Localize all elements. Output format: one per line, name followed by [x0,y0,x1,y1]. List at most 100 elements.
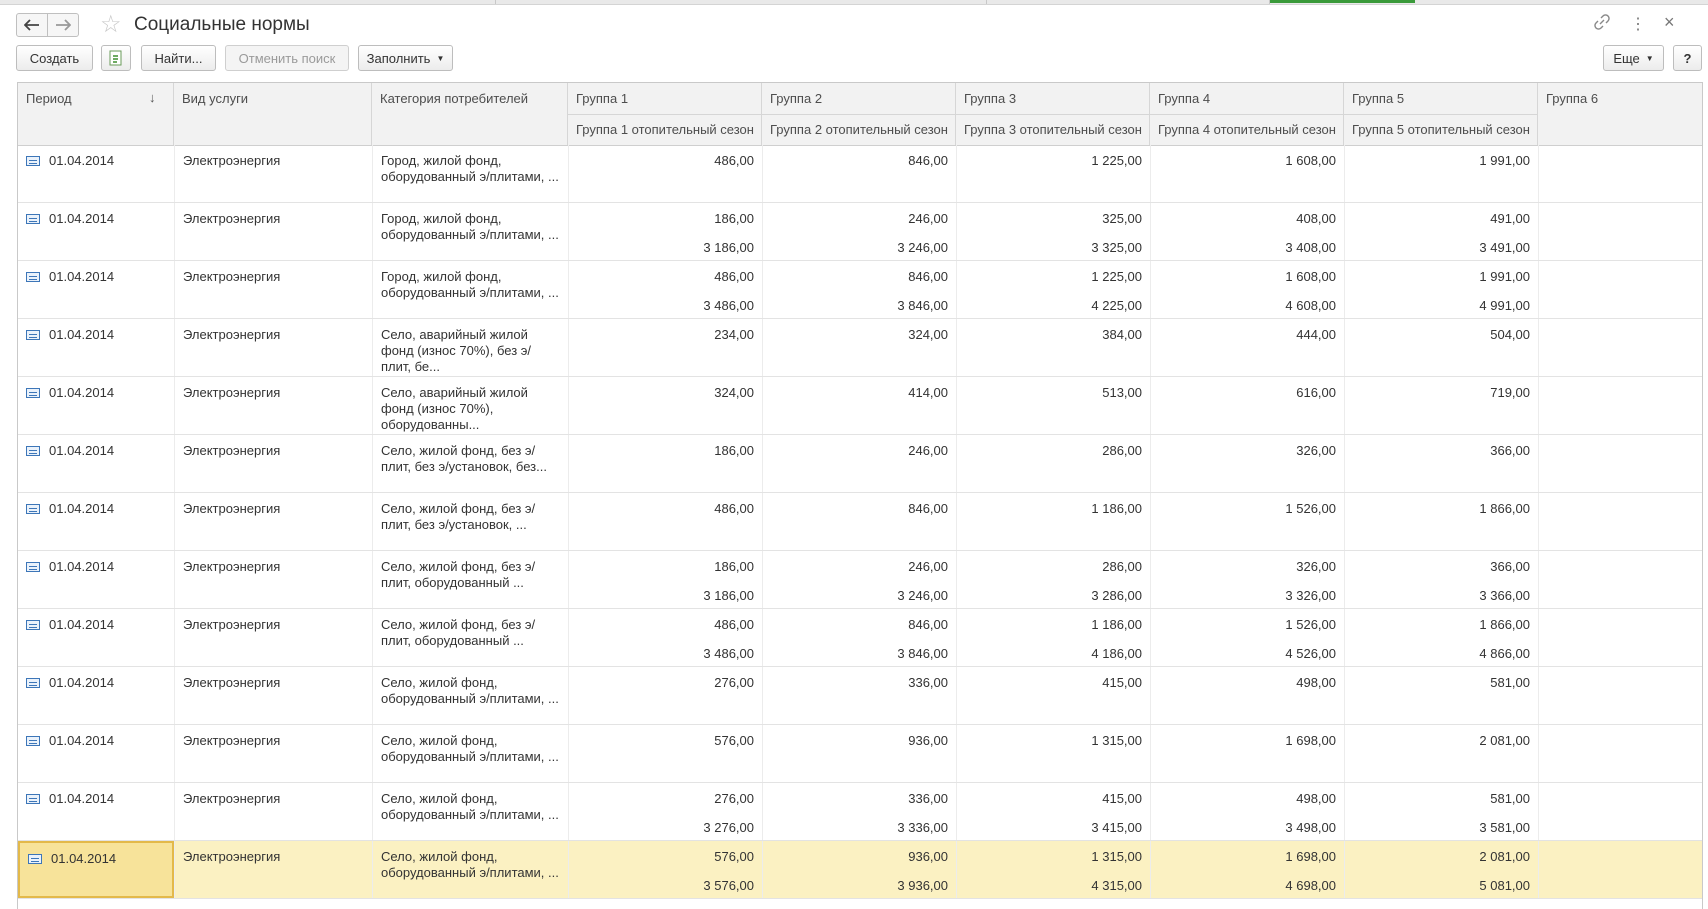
group-4-cell[interactable]: 1 608,00 4 608,00 [1150,261,1344,318]
group-4-cell[interactable]: 1 526,00 [1150,493,1344,550]
column-header-group-4[interactable]: Группа 4 [1150,83,1344,114]
group-2-cell[interactable]: 246,00 3 246,00 [762,551,956,608]
group-6-cell[interactable] [1538,377,1702,434]
category-cell[interactable]: Город, жилой фонд, оборудованный э/плита… [372,261,568,318]
group-3-cell[interactable]: 1 315,00 [956,725,1150,782]
service-cell[interactable]: Электроэнергия [174,783,372,840]
service-cell[interactable]: Электроэнергия [174,319,372,376]
group-1-cell[interactable]: 186,00 3 186,00 [568,203,762,260]
table-row[interactable]: 01.04.2014 Электроэнергия Село, жилой фонд… [18,609,1702,667]
category-cell[interactable]: Село, жилой фонд, оборудованный э/плитам… [372,841,568,898]
table-row[interactable]: 01.04.2014 Электроэнергия Город, жилой фон… [18,203,1702,261]
group-5-cell[interactable]: 2 081,00 [1344,725,1538,782]
column-header-group-6[interactable]: Группа 6 [1538,83,1702,145]
group-4-cell[interactable]: 1 698,00 4 698,00 [1150,841,1344,898]
period-cell[interactable]: 01.04.2014 [18,551,174,608]
group-3-cell[interactable]: 286,00 [956,435,1150,492]
window-tab[interactable] [987,0,1270,4]
group-5-cell[interactable]: 581,00 3 581,00 [1344,783,1538,840]
group-2-cell[interactable]: 246,00 [762,435,956,492]
group-2-cell[interactable]: 414,00 [762,377,956,434]
create-button[interactable]: Создать [16,45,93,71]
group-6-cell[interactable] [1538,609,1702,666]
category-cell[interactable]: Город, жилой фонд, оборудованный э/плита… [372,145,568,202]
group-4-cell[interactable]: 326,00 3 326,00 [1150,551,1344,608]
column-header-group-3[interactable]: Группа 3 [956,83,1150,114]
column-header-group-2-heating[interactable]: Группа 2 отопительный сезон [762,114,956,145]
category-cell[interactable]: Село, жилой фонд, оборудованный э/плитам… [372,667,568,724]
table-row[interactable]: 01.04.2014 Электроэнергия Город, жилой фон… [18,145,1702,203]
group-3-cell[interactable]: 1 225,00 [956,145,1150,202]
group-1-cell[interactable]: 324,00 [568,377,762,434]
group-4-cell[interactable]: 616,00 [1150,377,1344,434]
group-6-cell[interactable] [1538,667,1702,724]
group-6-cell[interactable] [1538,551,1702,608]
group-3-cell[interactable]: 384,00 [956,319,1150,376]
category-cell[interactable]: Село, жилой фонд, без э/плит, без э/уста… [372,435,568,492]
period-cell[interactable]: 01.04.2014 [18,145,174,202]
service-cell[interactable]: Электроэнергия [174,261,372,318]
service-cell[interactable]: Электроэнергия [174,841,372,898]
period-cell[interactable]: 01.04.2014 [18,725,174,782]
group-2-cell[interactable]: 846,00 3 846,00 [762,261,956,318]
column-header-category[interactable]: Категория потребителей [372,83,568,145]
table-row[interactable]: 01.04.2014 Электроэнергия Село, жилой фонд… [18,725,1702,783]
group-6-cell[interactable] [1538,203,1702,260]
group-5-cell[interactable]: 366,00 [1344,435,1538,492]
group-6-cell[interactable] [1538,319,1702,376]
group-1-cell[interactable]: 276,00 [568,667,762,724]
column-header-group-3-heating[interactable]: Группа 3 отопительный сезон [956,114,1150,145]
period-cell[interactable]: 01.04.2014 [18,319,174,376]
star-icon[interactable]: ☆ [100,10,122,39]
group-5-cell[interactable]: 2 081,00 5 081,00 [1344,841,1538,898]
service-cell[interactable]: Электроэнергия [174,551,372,608]
group-4-cell[interactable]: 498,00 3 498,00 [1150,783,1344,840]
table-row[interactable]: 01.04.2014 Электроэнергия Село, жилой фонд… [18,435,1702,493]
norms-table[interactable]: Период ↓ Вид услуги Категория потребител… [17,82,1703,909]
table-row[interactable]: 01.04.2014 Электроэнергия Село, жилой фонд… [18,783,1702,841]
group-3-cell[interactable]: 1 186,00 [956,493,1150,550]
group-1-cell[interactable]: 186,00 3 186,00 [568,551,762,608]
group-1-cell[interactable]: 234,00 [568,319,762,376]
group-3-cell[interactable]: 1 315,00 4 315,00 [956,841,1150,898]
category-cell[interactable]: Село, аварийный жилой фонд (износ 70%), … [372,319,568,376]
period-cell[interactable]: 01.04.2014 [18,609,174,666]
group-6-cell[interactable] [1538,261,1702,318]
active-window-tab[interactable] [1270,0,1415,3]
column-header-group-1[interactable]: Группа 1 [568,83,762,114]
group-6-cell[interactable] [1538,841,1702,898]
group-1-cell[interactable]: 486,00 [568,493,762,550]
group-4-cell[interactable]: 444,00 [1150,319,1344,376]
table-row[interactable]: 01.04.2014 Электроэнергия Село, аварийный … [18,319,1702,377]
more-button[interactable]: Еще ▼ [1603,45,1664,71]
group-5-cell[interactable]: 1 866,00 [1344,493,1538,550]
period-cell[interactable]: 01.04.2014 [18,493,174,550]
group-2-cell[interactable]: 336,00 3 336,00 [762,783,956,840]
category-cell[interactable]: Село, жилой фонд, оборудованный э/плитам… [372,725,568,782]
group-1-cell[interactable]: 186,00 [568,435,762,492]
group-4-cell[interactable]: 1 526,00 4 526,00 [1150,609,1344,666]
link-icon[interactable] [1594,14,1610,35]
group-6-cell[interactable] [1538,725,1702,782]
group-4-cell[interactable]: 326,00 [1150,435,1344,492]
group-1-cell[interactable]: 486,00 [568,145,762,202]
forward-button[interactable] [47,13,79,37]
group-4-cell[interactable]: 498,00 [1150,667,1344,724]
column-header-group-1-heating[interactable]: Группа 1 отопительный сезон [568,114,762,145]
table-row[interactable]: 01.04.2014 Электроэнергия Село, аварийный … [18,377,1702,435]
group-2-cell[interactable]: 936,00 3 936,00 [762,841,956,898]
category-cell[interactable]: Село, жилой фонд, без э/плит, оборудован… [372,551,568,608]
service-cell[interactable]: Электроэнергия [174,725,372,782]
group-5-cell[interactable]: 581,00 [1344,667,1538,724]
service-cell[interactable]: Электроэнергия [174,435,372,492]
group-2-cell[interactable]: 846,00 3 846,00 [762,609,956,666]
group-5-cell[interactable]: 504,00 [1344,319,1538,376]
column-header-group-5[interactable]: Группа 5 [1344,83,1538,114]
group-3-cell[interactable]: 415,00 [956,667,1150,724]
group-4-cell[interactable]: 1 698,00 [1150,725,1344,782]
window-tab[interactable] [496,0,987,4]
group-5-cell[interactable]: 1 866,00 4 866,00 [1344,609,1538,666]
column-header-service[interactable]: Вид услуги [174,83,372,145]
group-2-cell[interactable]: 336,00 [762,667,956,724]
group-3-cell[interactable]: 513,00 [956,377,1150,434]
